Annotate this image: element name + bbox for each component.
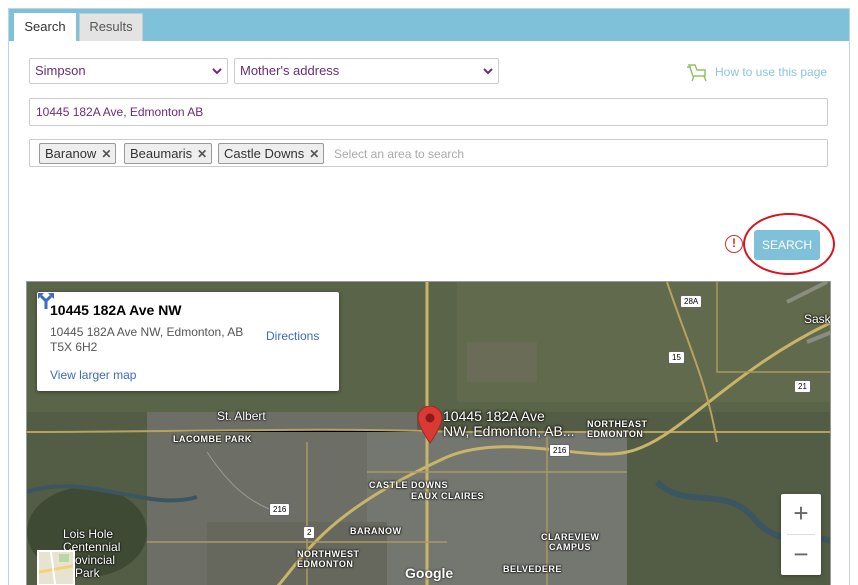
area-chip-beaumaris: Beaumaris ✕ xyxy=(124,143,213,164)
map-label-eaux-claires: EAUX CLAIRES xyxy=(411,491,485,501)
highway-shield-216-east: 216 xyxy=(549,444,571,457)
pin-label-line2: NW, Edmonton, AB... xyxy=(443,423,575,439)
directions-icon[interactable] xyxy=(37,292,55,310)
place-address: 10445 182A Ave NW, Edmonton, AB T5X 6H2 xyxy=(50,325,250,355)
area-chip-label: Castle Downs xyxy=(224,146,305,161)
view-larger-map-link[interactable]: View larger map xyxy=(50,368,136,382)
chevron-down-icon xyxy=(483,68,493,75)
map-label-st-albert: St. Albert xyxy=(217,409,266,423)
map-label-northwest-edmonton: EDMONTON xyxy=(297,559,354,569)
tab-bar: Search Results xyxy=(9,9,849,41)
highway-shield-28a: 28A xyxy=(680,295,703,308)
area-search-placeholder[interactable]: Select an area to search xyxy=(334,147,464,161)
map-pin-icon[interactable] xyxy=(417,406,443,444)
map-label-lois-hole: Lois Hole xyxy=(63,527,114,541)
name-select[interactable]: Simpson xyxy=(29,58,228,84)
area-chip-castle-downs: Castle Downs ✕ xyxy=(218,143,325,164)
map-label-sask: Sask xyxy=(804,312,831,326)
warning-icon: ! xyxy=(725,235,743,253)
address-type-select[interactable]: Mother's address xyxy=(234,58,499,84)
map-label-lacombe-park: LACOMBE PARK xyxy=(173,434,252,444)
place-address-line1: 10445 182A Ave NW, Edmonton, AB xyxy=(50,325,244,339)
map-label-clareview-campus: CAMPUS xyxy=(549,542,592,552)
place-title: 10445 182A Ave NW xyxy=(50,302,182,318)
tab-search[interactable]: Search xyxy=(14,13,76,41)
search-panel: Search Results Simpson Mother's address … xyxy=(8,8,850,585)
map-label-baranow: BARANOW xyxy=(350,526,402,536)
map-label-belvedere: BELVEDERE xyxy=(503,564,562,574)
name-select-value: Simpson xyxy=(35,63,86,78)
place-address-line2: T5X 6H2 xyxy=(50,340,98,354)
area-multiselect[interactable]: Baranow ✕ Beaumaris ✕ Castle Downs ✕ Select… xyxy=(29,139,828,167)
how-to-use-link[interactable]: How to use this page xyxy=(685,61,827,83)
search-button[interactable]: SEARCH xyxy=(754,230,820,260)
highway-shield-15: 15 xyxy=(668,351,685,364)
address-field[interactable]: 10445 182A Ave, Edmonton AB xyxy=(29,98,828,126)
google-attribution: Google xyxy=(405,565,454,581)
map-label-northwest: NORTHWEST xyxy=(297,549,360,559)
map-label-park: Park xyxy=(75,566,100,580)
how-to-use-label: How to use this page xyxy=(715,65,828,79)
zoom-control: + − xyxy=(781,494,821,575)
directions-link[interactable]: Directions xyxy=(266,329,319,343)
highway-shield-21: 21 xyxy=(794,380,811,393)
pin-label-line1: 10445 182A Ave xyxy=(443,408,545,424)
remove-chip-icon[interactable]: ✕ xyxy=(197,145,207,164)
remove-chip-icon[interactable]: ✕ xyxy=(309,145,319,164)
remove-chip-icon[interactable]: ✕ xyxy=(101,145,111,164)
help-chair-icon xyxy=(687,64,707,82)
map-label-northeast: NORTHEAST xyxy=(587,419,648,429)
map-label-northeast-edmonton: EDMONTON xyxy=(587,429,644,439)
place-info-card: 10445 182A Ave NW 10445 182A Ave NW, Edm… xyxy=(37,292,339,391)
area-chip-label: Baranow xyxy=(45,146,97,161)
area-chip-baranow: Baranow ✕ xyxy=(39,143,117,164)
tab-results[interactable]: Results xyxy=(79,13,143,41)
highway-shield-216-west: 216 xyxy=(269,503,291,516)
chevron-down-icon xyxy=(212,68,222,75)
map-view[interactable]: 10445 182A Ave NW 10445 182A Ave NW, Edm… xyxy=(26,281,831,585)
pin-label: 10445 182A Ave NW, Edmonton, AB... xyxy=(443,409,575,439)
zoom-out-button[interactable]: − xyxy=(781,535,821,575)
map-label-castle-downs: CASTLE DOWNS xyxy=(369,480,448,490)
zoom-in-button[interactable]: + xyxy=(781,494,821,534)
map-type-thumbnail[interactable] xyxy=(37,550,75,585)
highway-shield-2: 2 xyxy=(303,526,316,539)
area-chip-label: Beaumaris xyxy=(130,146,193,161)
roadmap-thumbnail-icon xyxy=(39,552,73,584)
address-type-select-value: Mother's address xyxy=(240,63,340,78)
map-label-clareview: CLAREVIEW xyxy=(541,532,600,542)
